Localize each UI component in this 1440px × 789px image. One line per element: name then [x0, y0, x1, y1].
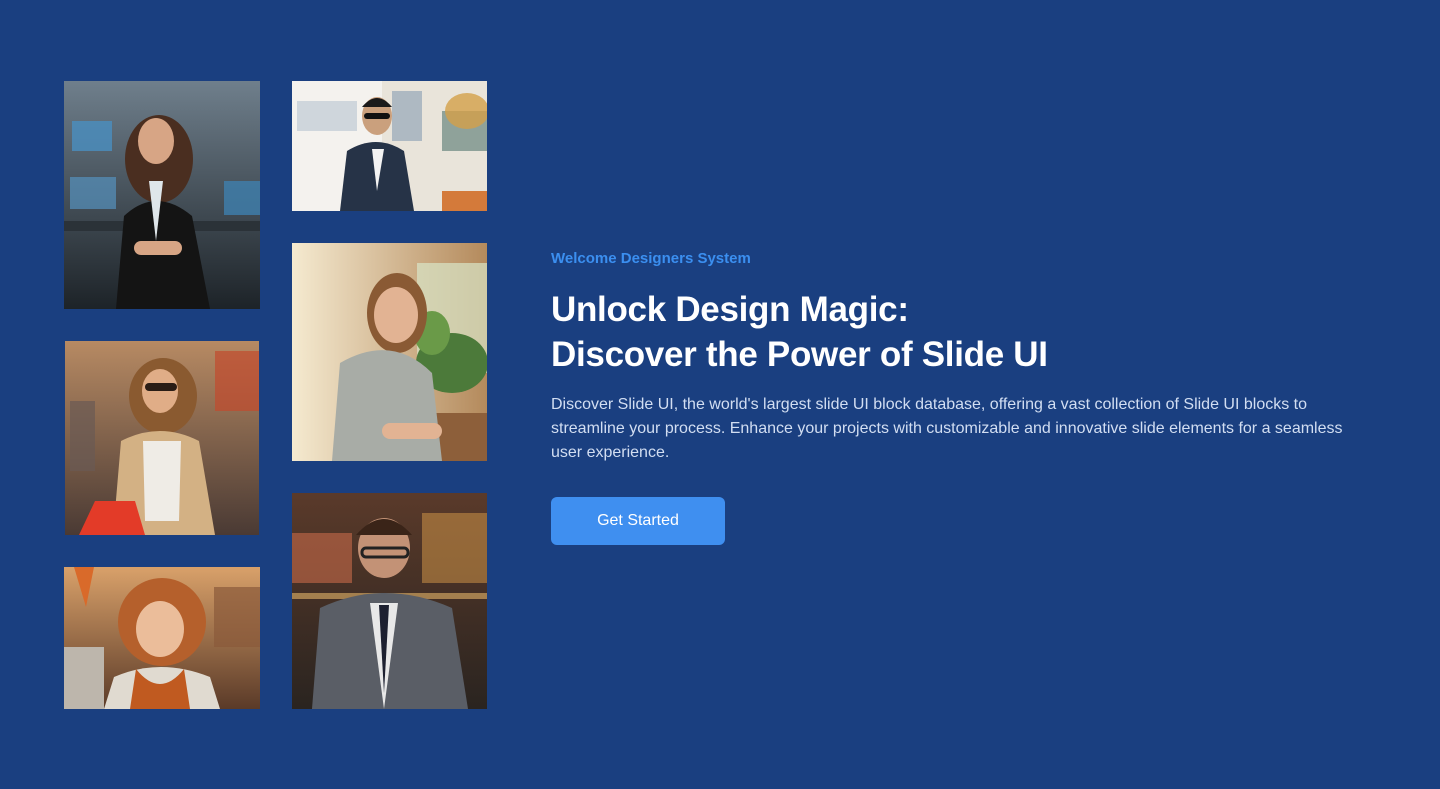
photo-woman-curly-hair-shop — [64, 567, 260, 709]
hero-content: Welcome Designers System Unlock Design M… — [551, 250, 1371, 545]
eyebrow-text: Welcome Designers System — [551, 250, 751, 267]
page-title: Unlock Design Magic: Discover the Power … — [551, 287, 1371, 377]
headline-line-1: Unlock Design Magic: — [551, 290, 909, 329]
photo-man-sunglasses-suit — [292, 81, 487, 211]
photo-man-glasses-suit — [292, 493, 487, 709]
get-started-button[interactable]: Get Started — [551, 497, 725, 545]
photo-businesswoman-office — [64, 81, 260, 309]
hero-description: Discover Slide UI, the world's largest s… — [551, 396, 1343, 461]
photo-woman-shopping-bag — [65, 341, 259, 535]
photo-woman-smiling-cafe — [292, 243, 487, 461]
headline-line-2: Discover the Power of Slide UI — [551, 335, 1048, 374]
